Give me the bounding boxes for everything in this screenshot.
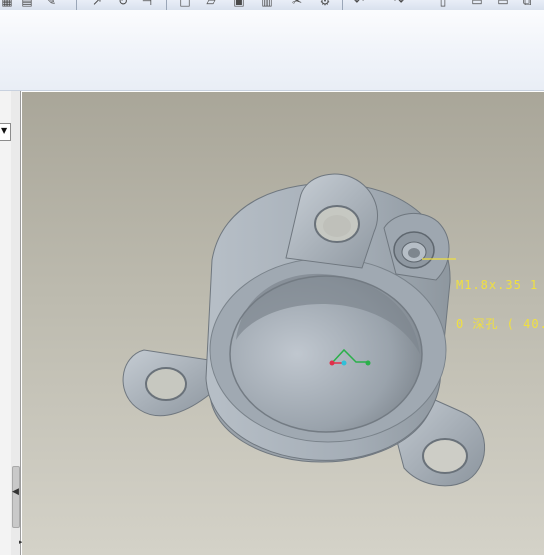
grid-icon[interactable]: ▤ <box>20 0 34 8</box>
new-icon[interactable]: □ <box>178 0 192 8</box>
print-icon[interactable]: ▥ <box>260 0 274 8</box>
chevron-down-icon: ▼ <box>1 126 8 135</box>
thread-annotation[interactable]: M1.8x.35 1 0 深孔 ( 40.4 <box>456 253 544 357</box>
page-icon[interactable]: ▭ <box>470 0 484 8</box>
cut-icon[interactable]: ✂ <box>290 0 304 8</box>
quick-access-toolbar: ▦ ▤ ✎ ↗ ↻ ⊣ □ ▱ ▣ ▥ ✂ ⚙ ↶ ↷ ▯ ▭ ▭ ⧉ <box>0 0 544 10</box>
page2-icon[interactable]: ▭ <box>496 0 510 8</box>
toolbar-separator <box>76 0 77 10</box>
scrollbar-thumb[interactable] <box>12 466 20 528</box>
sheet-icon[interactable]: ▯ <box>436 0 450 8</box>
collapse-panel-icon[interactable]: ◀ <box>12 487 20 497</box>
model-tree-panel: ▼ ◀ ▸ <box>0 91 23 555</box>
save-icon[interactable]: ▣ <box>232 0 246 8</box>
undo-icon[interactable]: ↶ <box>352 0 366 8</box>
copy-icon[interactable]: ⧉ <box>520 0 534 8</box>
model-tree-dropdown[interactable]: ▼ <box>0 123 11 141</box>
graphics-window[interactable]: M1.8x.35 1 0 深孔 ( 40.4 <box>22 92 544 555</box>
annotation-line-1: M1.8x.35 1 <box>456 278 539 292</box>
edit-icon[interactable]: ✎ <box>44 0 58 8</box>
redo-icon[interactable]: ↷ <box>392 0 406 8</box>
toolbar-separator <box>166 0 167 10</box>
toolbar-separator <box>342 0 343 10</box>
annotation-line-2: 0 深孔 ( 40.4 <box>456 317 544 331</box>
table-icon[interactable]: ▦ <box>0 0 14 8</box>
panel-scrollbar[interactable] <box>11 91 20 555</box>
folder-icon[interactable]: ▱ <box>204 0 218 8</box>
ribbon-area <box>0 10 544 91</box>
tool-icon[interactable]: ⚙ <box>318 0 332 8</box>
align-icon[interactable]: ⊣ <box>140 0 154 8</box>
move-icon[interactable]: ↗ <box>90 0 104 8</box>
rotate-icon[interactable]: ↻ <box>116 0 130 8</box>
